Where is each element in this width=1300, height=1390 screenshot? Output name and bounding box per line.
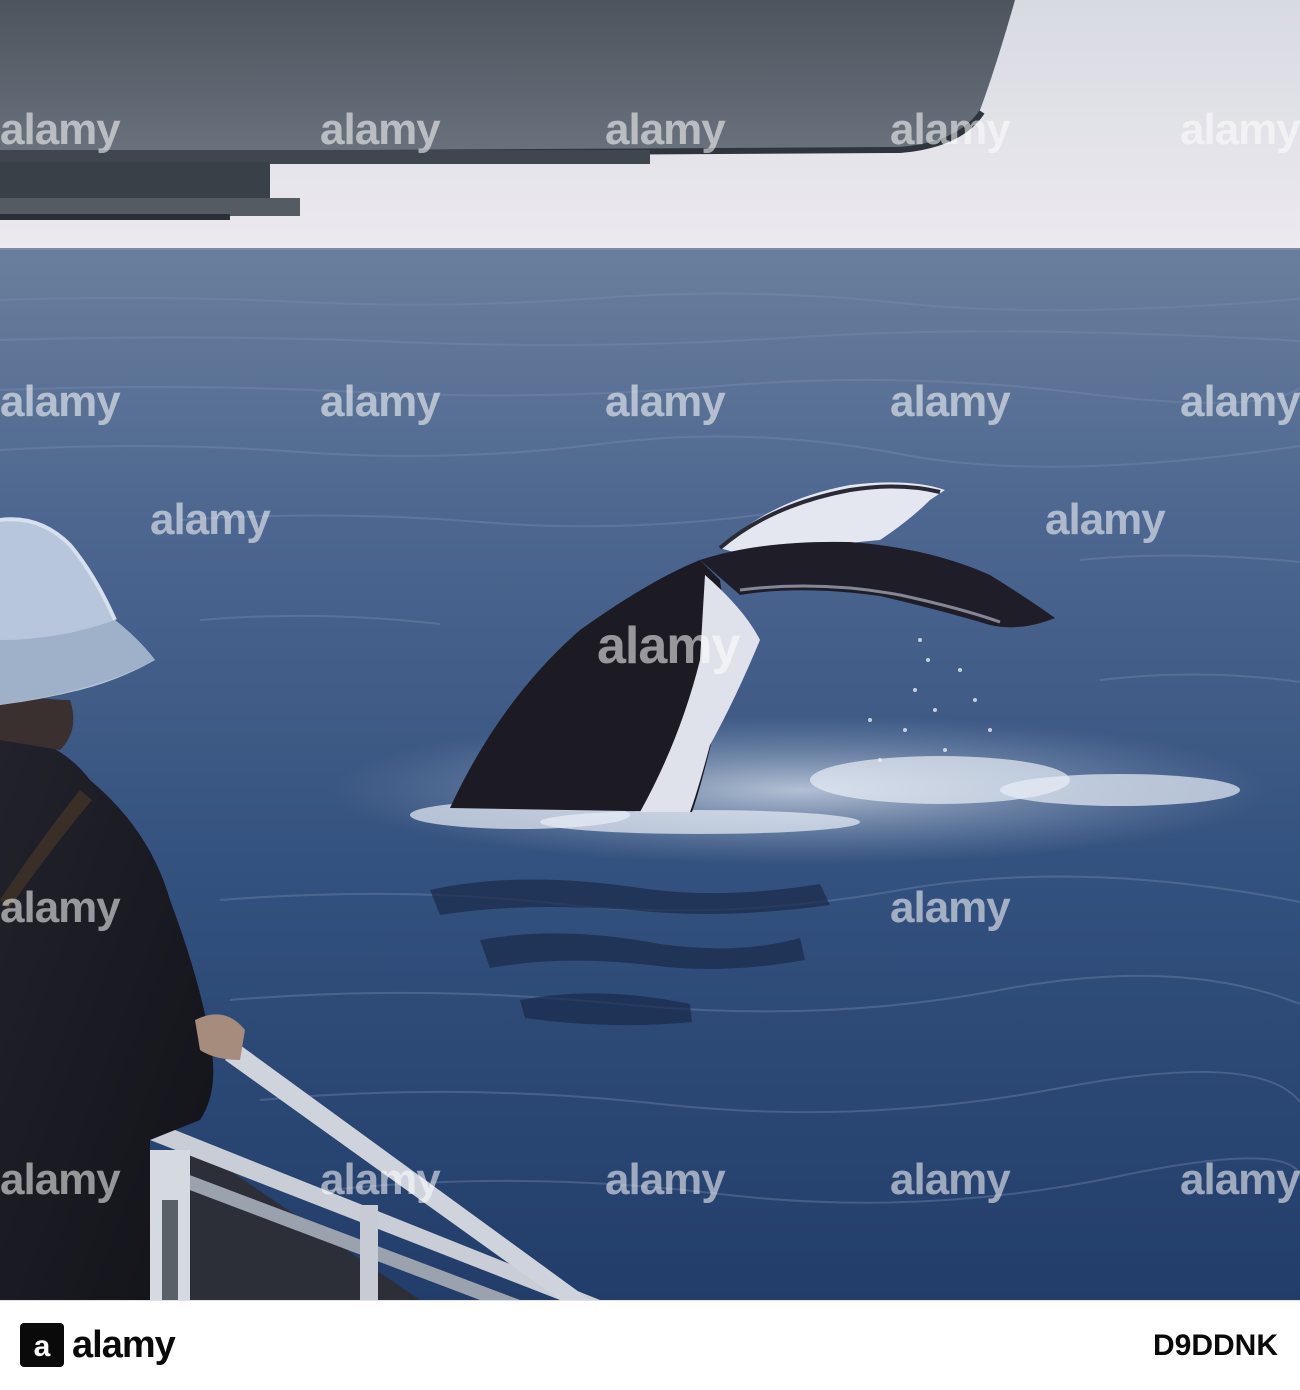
watermark-text: alamy: [1180, 377, 1300, 426]
watermark-text: alamy: [1180, 105, 1300, 154]
watermark-text: alamy: [0, 105, 121, 154]
alamy-a-icon: a: [20, 1323, 64, 1367]
image-id: D9DDNK: [1152, 1329, 1278, 1362]
watermark-text: alamy: [1180, 1155, 1300, 1204]
watermark-text: alamy: [1045, 495, 1166, 544]
watermark-text: alamy: [890, 1155, 1011, 1204]
watermark-text: alamy: [320, 377, 441, 426]
watermark-text: alamy: [605, 105, 726, 154]
watermark-text: alamy: [0, 883, 121, 932]
watermark-text: alamy: [0, 1155, 121, 1204]
watermark-text: alamy: [890, 377, 1011, 426]
watermark-text: alamy: [605, 377, 726, 426]
stock-photo: alamy alamy alamy alamy alamy alamy alam…: [0, 0, 1300, 1300]
watermark-text: alamy: [890, 883, 1011, 932]
brand-name: alamy: [72, 1323, 176, 1366]
footer-bar: a alamy D9DDNK: [0, 1300, 1300, 1390]
watermark-text: alamy: [320, 1155, 441, 1204]
watermark-text-center: alamy: [597, 617, 740, 675]
watermark-text: alamy: [605, 1155, 726, 1204]
watermark-text: alamy: [890, 105, 1011, 154]
watermark-text: alamy: [320, 105, 441, 154]
alamy-logo[interactable]: a alamy: [20, 1319, 176, 1371]
svg-text:a: a: [34, 1330, 51, 1363]
watermark-text: alamy: [150, 495, 271, 544]
watermark-text: alamy: [0, 377, 121, 426]
